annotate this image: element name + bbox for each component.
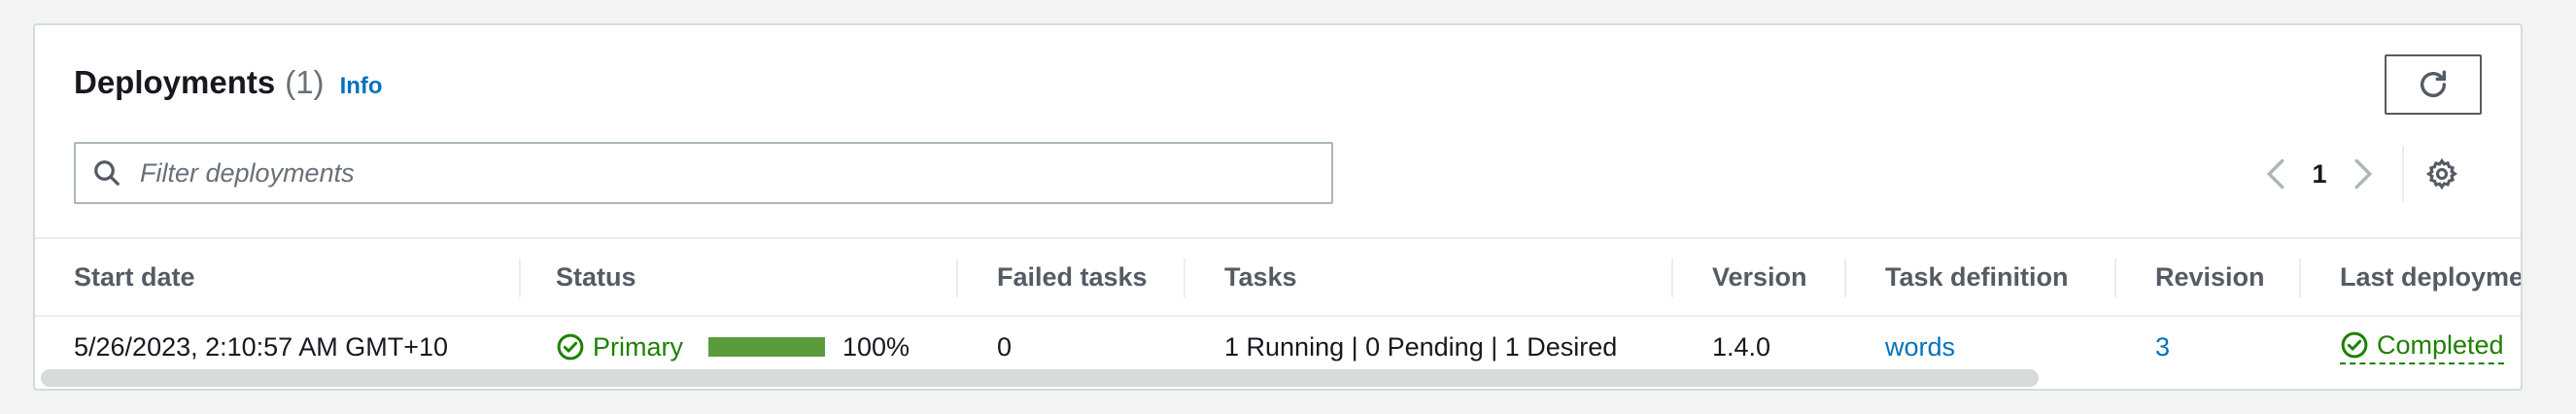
search-icon xyxy=(76,158,138,188)
status-indicator: Primary xyxy=(556,332,683,362)
column-resizer[interactable] xyxy=(2299,259,2301,297)
last-deployment-status[interactable]: Completed xyxy=(2340,330,2504,364)
column-header-failed-tasks[interactable]: Failed tasks xyxy=(997,239,1148,315)
table-header: Start date Status Failed tasks Tasks Ver… xyxy=(35,237,2521,317)
revision-link[interactable]: 3 xyxy=(2155,317,2170,377)
deployment-progress-fill xyxy=(708,337,825,357)
cell-last-deployment: Completed xyxy=(2340,317,2504,377)
chevron-left-icon xyxy=(2266,158,2284,190)
cell-tasks: 1 Running | 0 Pending | 1 Desired xyxy=(1224,331,1618,362)
last-deployment-label: Completed xyxy=(2377,329,2504,360)
horizontal-scrollbar[interactable] xyxy=(41,369,2039,387)
column-header-start-date[interactable]: Start date xyxy=(74,239,195,315)
column-header-version[interactable]: Version xyxy=(1712,239,1807,315)
cell-start-date: 5/26/2023, 2:10:57 AM GMT+10 xyxy=(74,331,449,362)
pager-divider xyxy=(2402,146,2404,202)
refresh-icon xyxy=(2420,70,2447,97)
column-header-revision[interactable]: Revision xyxy=(2155,239,2265,315)
column-header-task-definition[interactable]: Task definition xyxy=(1885,239,2069,315)
refresh-button[interactable] xyxy=(2385,54,2482,115)
column-header-tasks[interactable]: Tasks xyxy=(1224,239,1297,315)
column-resizer[interactable] xyxy=(1671,259,1673,297)
filter-deployments-input-wrapper xyxy=(74,142,1333,204)
column-header-status[interactable]: Status xyxy=(556,239,636,315)
status-label: Primary xyxy=(593,331,683,362)
cell-status: Primary 100% xyxy=(556,317,910,377)
info-link[interactable]: Info xyxy=(340,73,383,100)
filter-deployments-input[interactable] xyxy=(138,143,1331,203)
deployment-count: (1) xyxy=(285,64,325,100)
cell-failed-tasks: 0 xyxy=(997,331,1013,362)
previous-page-button[interactable] xyxy=(2256,152,2295,196)
column-resizer[interactable] xyxy=(1184,259,1185,297)
deployments-panel: Deployments (1) Info 1 xyxy=(33,23,2523,391)
column-resizer[interactable] xyxy=(1844,259,1846,297)
current-page[interactable]: 1 xyxy=(2295,159,2344,190)
column-resizer[interactable] xyxy=(519,259,521,297)
deployment-progress-bar xyxy=(708,337,825,357)
next-page-button[interactable] xyxy=(2344,152,2383,196)
pagination: 1 xyxy=(2256,146,2464,202)
cell-version: 1.4.0 xyxy=(1712,331,1771,362)
progress-label: 100% xyxy=(842,331,910,362)
gear-icon xyxy=(2425,157,2458,190)
panel-header: Deployments (1) Info xyxy=(74,64,383,101)
completed-check-icon xyxy=(2341,331,2368,359)
column-header-last-deployment[interactable]: Last deployme xyxy=(2340,239,2521,315)
preferences-button[interactable] xyxy=(2420,152,2464,196)
page-title: Deployments xyxy=(74,64,276,100)
status-check-icon xyxy=(557,333,584,361)
task-definition-link[interactable]: words xyxy=(1885,317,1955,377)
chevron-right-icon xyxy=(2354,158,2373,190)
column-resizer[interactable] xyxy=(956,259,958,297)
column-resizer[interactable] xyxy=(2114,259,2116,297)
